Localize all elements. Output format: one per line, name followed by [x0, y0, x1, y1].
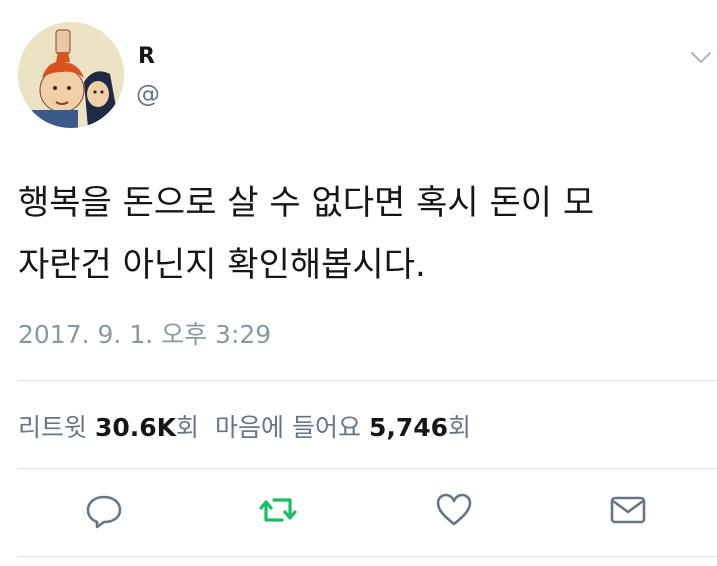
retweet-icon — [259, 498, 297, 522]
retweets-label: 리트윗 — [18, 413, 88, 442]
tweet-text-line-1: 행복을 돈으로 살 수 없다면 혹시 돈이 모 — [18, 183, 595, 223]
envelope-icon — [610, 496, 646, 524]
tweet-text: 행복을 돈으로 살 수 없다면 혹시 돈이 모자란건 아닌지 확인해봅시다. — [18, 172, 708, 296]
avatar[interactable] — [18, 22, 124, 128]
tweet-text-line-2: 자란건 아닌지 확인해봅시다. — [18, 245, 426, 285]
direct-message-button[interactable] — [608, 490, 648, 530]
chevron-down-icon[interactable] — [690, 50, 712, 66]
likes-stat[interactable]: 마음에 들어요 5,746회 — [215, 413, 471, 442]
retweet-button[interactable] — [258, 490, 298, 530]
user-handle[interactable]: @ — [136, 80, 160, 108]
divider — [18, 468, 717, 469]
likes-label: 마음에 들어요 — [215, 413, 361, 442]
like-button[interactable] — [434, 490, 474, 530]
likes-unit: 회 — [448, 413, 472, 442]
divider — [18, 380, 717, 381]
user-display-name[interactable]: R — [138, 44, 155, 69]
divider — [18, 556, 717, 557]
likes-count: 5,746 — [368, 413, 449, 442]
tweet-stats: 리트윗 30.6K회 마음에 들어요 5,746회 — [18, 408, 471, 444]
retweets-stat[interactable]: 리트윗 30.6K회 — [18, 413, 199, 442]
retweets-unit: 회 — [176, 413, 200, 442]
tweet-timestamp[interactable]: 2017. 9. 1. 오후 3:29 — [18, 315, 271, 351]
retweets-count: 30.6K — [94, 413, 177, 442]
heart-icon — [436, 493, 472, 526]
reply-button[interactable] — [84, 490, 124, 530]
avatar-image — [18, 22, 124, 128]
reply-icon — [86, 495, 122, 529]
